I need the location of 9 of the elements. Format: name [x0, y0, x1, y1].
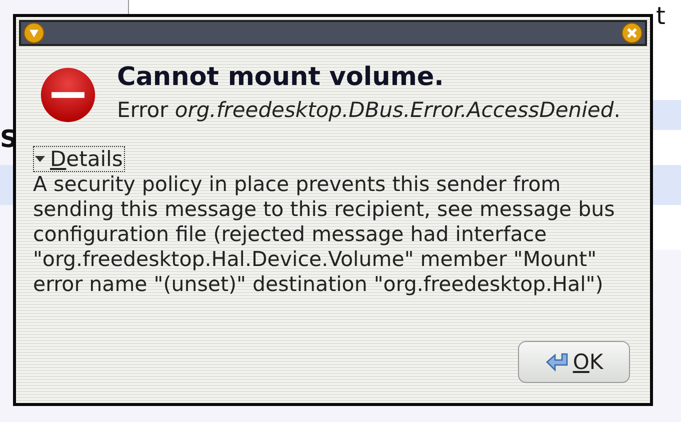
ok-button[interactable]: OK [518, 341, 630, 383]
error-icon [39, 66, 97, 124]
details-text: A security policy in place prevents this sender from sending this message to this recipient, see message bus configuration file (rejected message had interface "org.freedesktop.Hal.Device.Volume" member "Mount" error name "(unset)" destination "org.freedesktop.Hal") [33, 172, 616, 297]
background-text: t [656, 2, 666, 31]
close-icon[interactable] [621, 22, 643, 44]
details-expander[interactable]: Details [33, 146, 125, 172]
menu-icon[interactable] [23, 22, 45, 44]
error-message: Error org.freedesktop.DBus.Error.AccessDenied. [117, 98, 620, 122]
dialog-heading: Cannot mount volume. [117, 62, 445, 92]
